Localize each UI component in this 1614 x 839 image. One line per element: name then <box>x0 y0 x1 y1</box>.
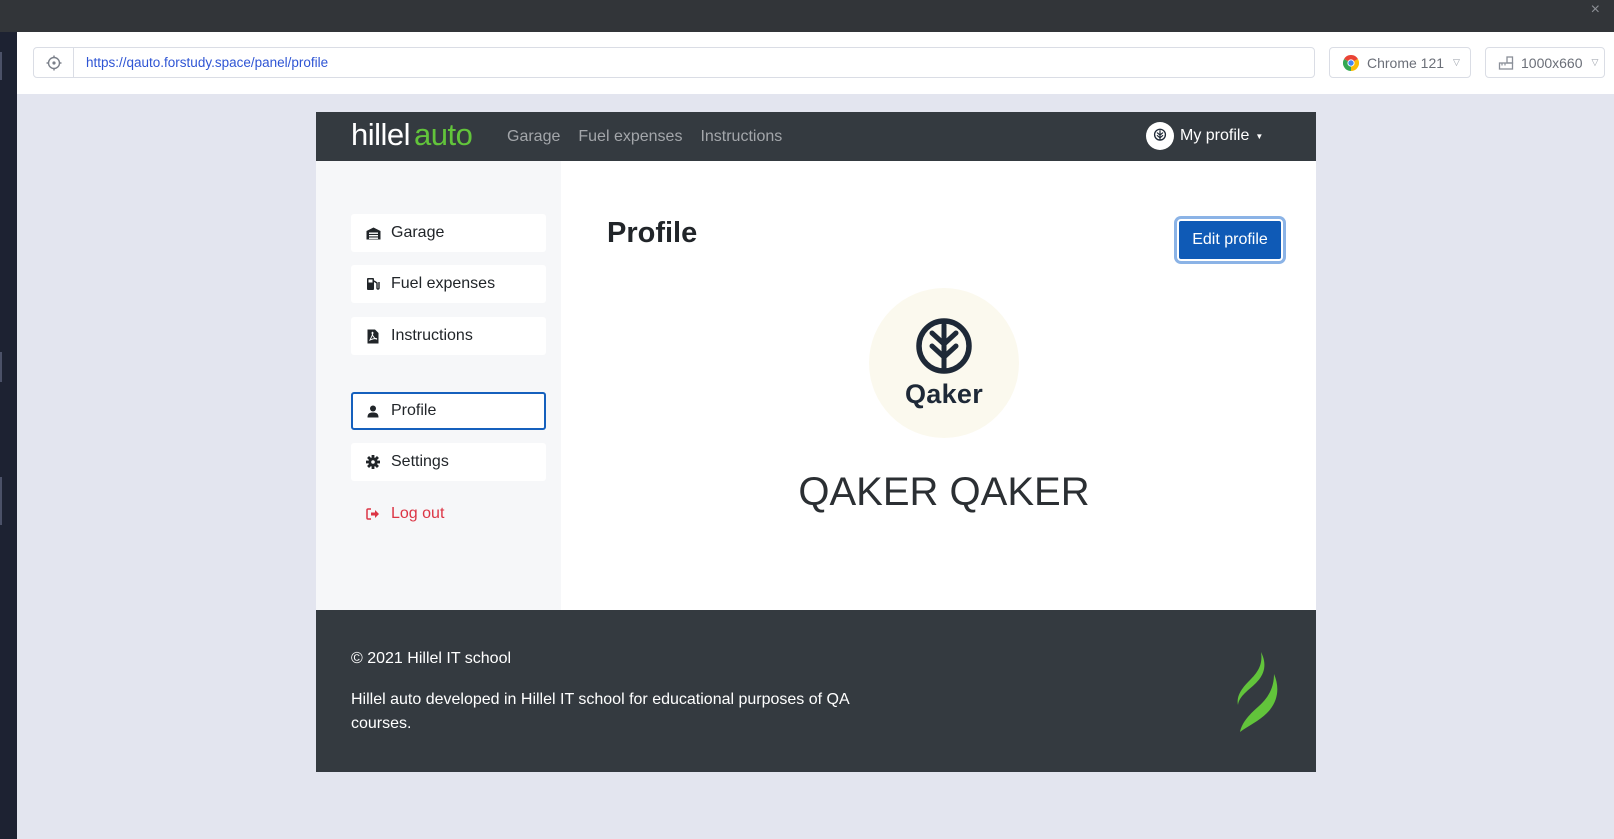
sidebar-item-label: Settings <box>391 453 449 470</box>
sidebar-item-label: Garage <box>391 224 445 241</box>
url-text[interactable]: https://qauto.forstudy.space/panel/profi… <box>86 55 328 70</box>
window-titlebar: × <box>0 0 1614 32</box>
caret-down-icon: ▼ <box>1255 131 1264 141</box>
rail-marker <box>0 477 2 525</box>
site-footer: © 2021 Hillel IT school Hillel auto deve… <box>316 610 1316 772</box>
user-icon <box>365 405 381 418</box>
my-profile-label: My profile <box>1180 127 1250 144</box>
chevron-down-icon: ▽ <box>1453 57 1460 67</box>
avatar <box>1146 122 1174 150</box>
gear-icon <box>365 455 381 469</box>
footer-copyright: © 2021 Hillel IT school <box>351 650 512 667</box>
sidebar-item-profile[interactable]: Profile <box>351 392 546 430</box>
url-toolbar: https://qauto.forstudy.space/panel/profi… <box>17 32 1614 94</box>
page-title: Profile <box>607 217 698 249</box>
sidebar-item-label: Fuel expenses <box>391 275 496 292</box>
hillel-flame-logo-icon <box>1237 652 1278 732</box>
rail-marker <box>0 52 2 80</box>
sidebar-item-garage[interactable]: Garage <box>351 214 546 252</box>
sidebar-item-settings[interactable]: Settings <box>351 443 546 481</box>
sidebar-item-label: Instructions <box>391 327 473 344</box>
site-logo[interactable]: hillel auto <box>351 117 473 152</box>
user-full-name: QAKER QAKER <box>798 470 1090 514</box>
browser-select[interactable]: Chrome 121 ▽ <box>1329 47 1471 78</box>
pdf-file-icon <box>365 329 381 344</box>
logo-hillel: hillel <box>351 117 411 152</box>
url-bar[interactable]: https://qauto.forstudy.space/panel/profi… <box>33 47 1315 78</box>
logout-icon <box>365 508 381 520</box>
close-icon[interactable]: × <box>1591 2 1600 18</box>
sidebar-item-instructions[interactable]: Instructions <box>351 317 546 355</box>
ruler-icon <box>1498 55 1514 70</box>
edit-profile-button[interactable]: Edit profile <box>1177 219 1283 261</box>
left-rail <box>0 32 17 839</box>
rail-marker <box>0 352 2 382</box>
logo-auto: auto <box>414 117 473 152</box>
garage-icon <box>365 227 381 240</box>
site-viewport: hillel auto Garage Fuel expenses Instruct… <box>316 112 1316 772</box>
footer-description: Hillel auto developed in Hillel IT schoo… <box>351 691 849 732</box>
avatar-brand-text: Qaker <box>904 379 984 409</box>
profile-avatar: Qaker <box>869 288 1019 438</box>
viewport-select[interactable]: 1000x660 ▽ <box>1485 47 1605 78</box>
nav-link-instructions[interactable]: Instructions <box>700 128 782 146</box>
nav-link-garage[interactable]: Garage <box>507 128 560 146</box>
chrome-icon <box>1343 54 1359 71</box>
sidebar-item-label: Log out <box>391 505 445 522</box>
site-navbar: hillel auto Garage Fuel expenses Instruct… <box>316 112 1316 161</box>
viewport-label: 1000x660 <box>1521 54 1583 71</box>
sidebar-item-label: Profile <box>391 402 437 419</box>
crosshair-icon[interactable] <box>34 48 74 77</box>
qaker-logo-icon <box>1153 128 1167 141</box>
qaker-leaf-icon <box>916 318 972 374</box>
fuel-pump-icon <box>365 277 381 291</box>
browser-label: Chrome 121 <box>1367 54 1445 71</box>
my-profile-dropdown[interactable]: My profile ▼ <box>1146 122 1263 150</box>
sidebar: Garage Fuel expenses Instructions Profil… <box>316 161 561 610</box>
nav-link-fuel-expenses[interactable]: Fuel expenses <box>578 128 682 146</box>
sidebar-item-logout[interactable]: Log out <box>351 495 546 533</box>
chevron-down-icon: ▽ <box>1591 57 1599 67</box>
sidebar-item-fuel-expenses[interactable]: Fuel expenses <box>351 265 546 303</box>
nav-links: Garage Fuel expenses Instructions <box>507 112 800 161</box>
